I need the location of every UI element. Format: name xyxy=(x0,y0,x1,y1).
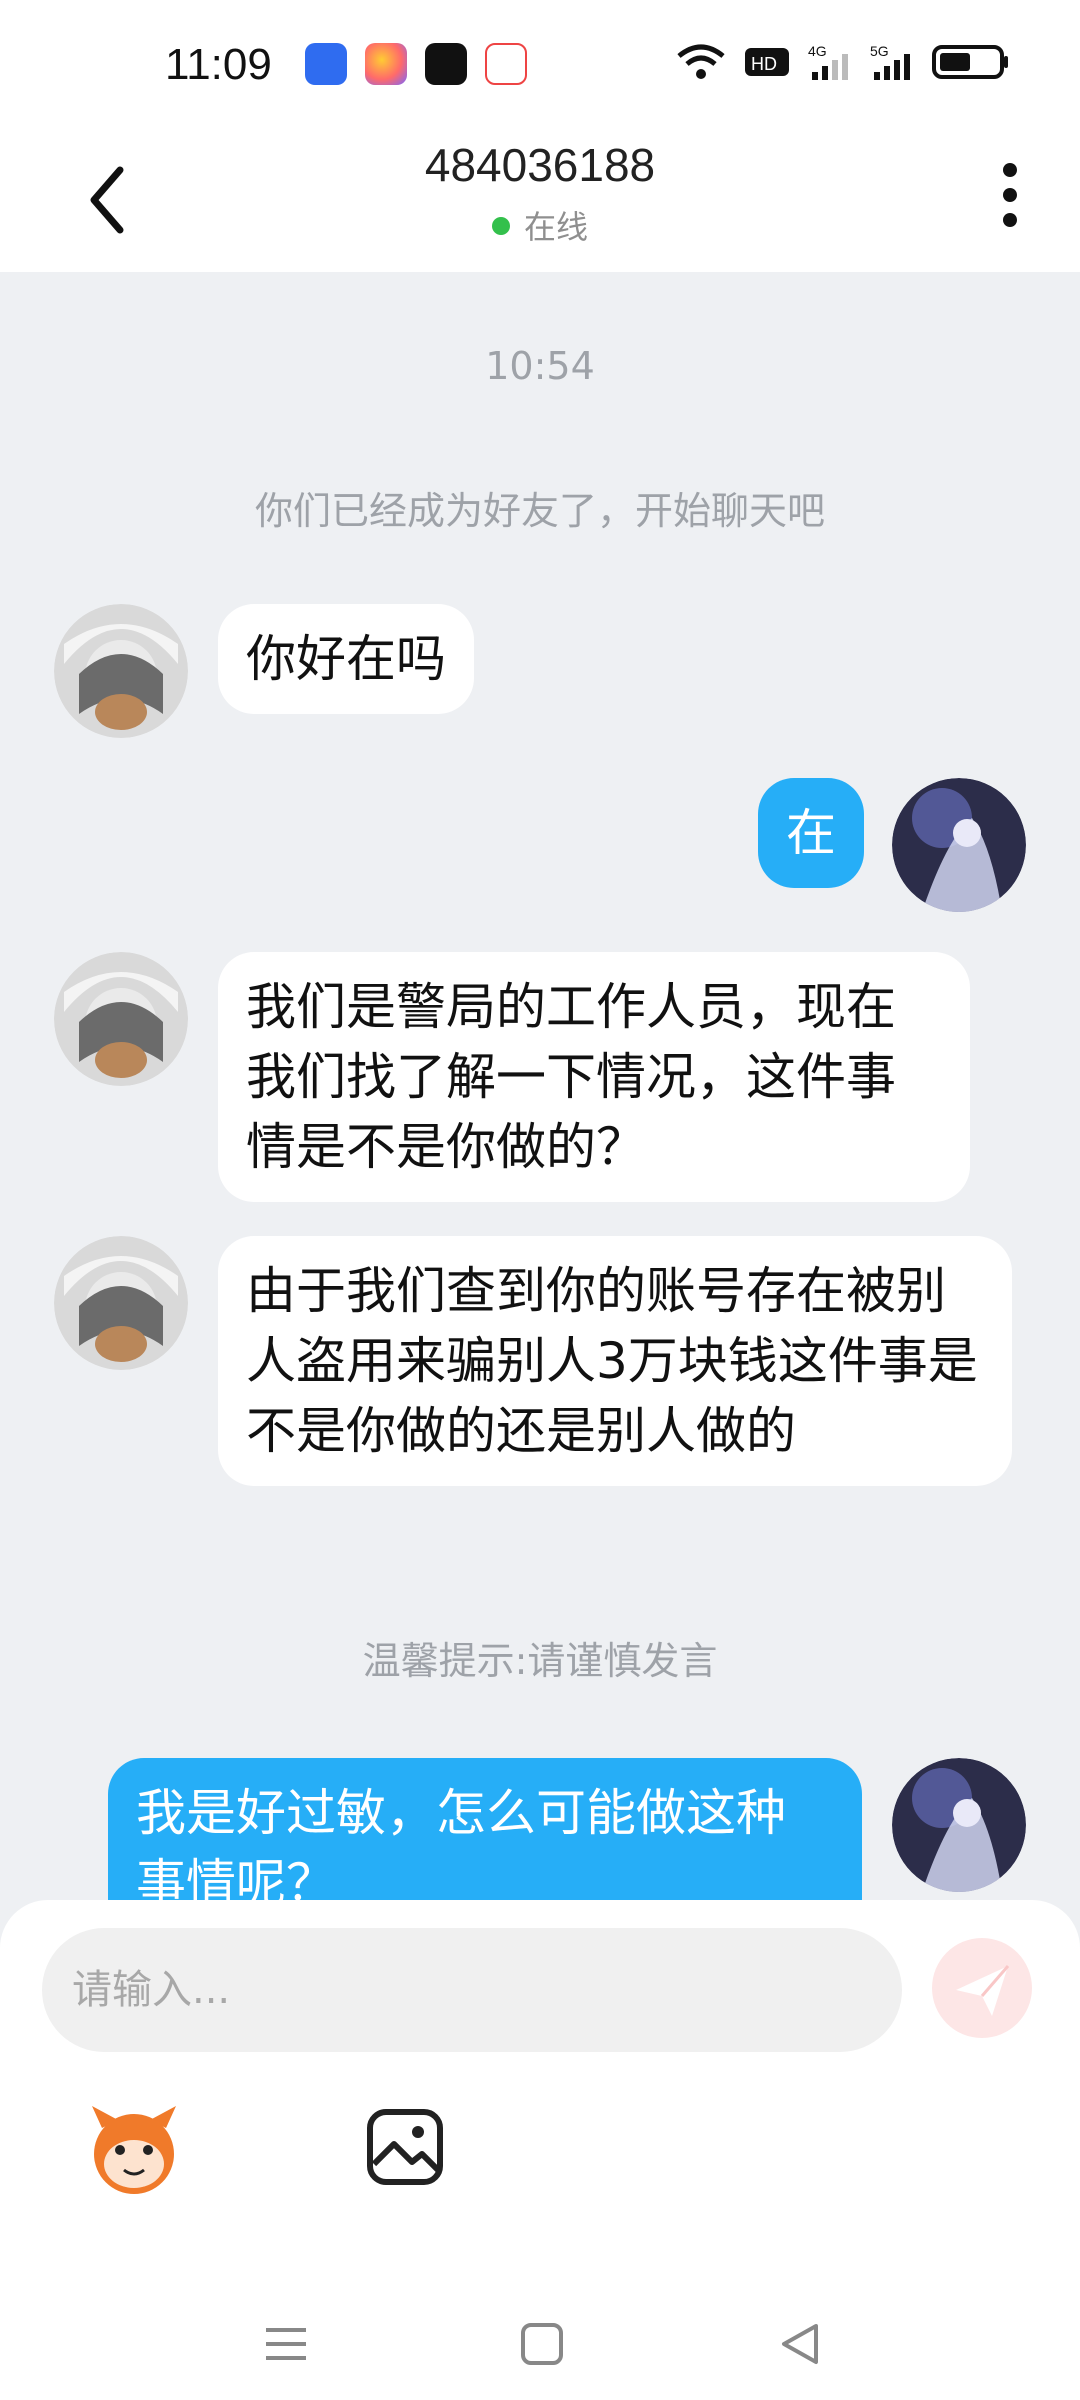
menu-nav-icon[interactable] xyxy=(264,2324,308,2364)
online-dot-icon xyxy=(491,217,510,235)
message-bubble-outgoing: 在 xyxy=(758,778,864,888)
message-input[interactable] xyxy=(42,1928,902,2052)
online-status-label: 在线 xyxy=(523,208,588,246)
color-app-icon xyxy=(365,43,407,85)
contact-avatar-image xyxy=(54,604,188,738)
svg-text:4G: 4G xyxy=(808,43,827,59)
my-avatar[interactable] xyxy=(892,1758,1026,1892)
message-bubble-incoming: 我们是警局的工作人员，现在我们找了解一下情况，这件事情是不是你做的？ xyxy=(218,952,970,1202)
message-bubble-outgoing: 我是好过敏，怎么可能做这种事情呢？ xyxy=(108,1758,862,1900)
back-nav-icon[interactable] xyxy=(778,2322,822,2366)
signal-4g-icon: 4G xyxy=(808,43,848,80)
battery-icon xyxy=(932,45,1008,79)
message-bubble-incoming: 由于我们查到你的账号存在被别 人盗用来骗别人3万块钱这件事是不是你做的还是别人做… xyxy=(218,1236,1012,1486)
friend-notice: 你们已经成为好友了，开始聊天吧 xyxy=(254,489,825,533)
send-button[interactable] xyxy=(932,1938,1032,2038)
image-icon[interactable] xyxy=(366,2108,444,2186)
home-nav-icon[interactable] xyxy=(520,2322,564,2366)
status-bar: 11:09 HD 4G 5G xyxy=(0,0,1080,130)
contact-avatar-image xyxy=(54,952,188,1086)
status-app-icons xyxy=(305,43,527,85)
more-icon[interactable] xyxy=(998,160,1022,230)
shield-app-icon xyxy=(305,43,347,85)
wifi-icon xyxy=(677,44,725,79)
warning-notice: 温馨提示:请谨慎发言 xyxy=(362,1639,718,1683)
contact-avatar[interactable] xyxy=(54,604,188,738)
signal-5g-icon: 5G xyxy=(870,43,910,80)
emoji-icon[interactable] xyxy=(82,2098,186,2202)
baidu-app-icon xyxy=(485,43,527,85)
system-nav-bar xyxy=(0,2280,1080,2400)
svg-text:5G: 5G xyxy=(870,43,889,59)
online-status: 在线 xyxy=(0,202,1080,248)
chat-area[interactable]: 10:54 你们已经成为好友了，开始聊天吧 你好在吗 在 我们是警局的工作人员，… xyxy=(0,272,1080,1900)
contact-avatar-image xyxy=(54,1236,188,1370)
chat-timestamp: 10:54 xyxy=(485,344,595,388)
status-system-icons: HD 4G 5G xyxy=(676,42,1010,82)
contact-avatar[interactable] xyxy=(54,1236,188,1370)
svg-text:HD: HD xyxy=(751,54,777,74)
send-icon xyxy=(956,1965,1010,2016)
contact-avatar[interactable] xyxy=(54,952,188,1086)
message-bubble-incoming: 你好在吗 xyxy=(218,604,474,714)
chat-header: 484036188 在线 xyxy=(0,130,1080,272)
my-avatar-image xyxy=(892,778,1026,912)
contact-title: 484036188 xyxy=(424,139,656,191)
tiktok-app-icon xyxy=(425,43,467,85)
my-avatar[interactable] xyxy=(892,778,1026,912)
my-avatar-image xyxy=(892,1758,1026,1892)
status-time: 11:09 xyxy=(165,40,272,89)
hd-icon: HD xyxy=(745,48,789,76)
